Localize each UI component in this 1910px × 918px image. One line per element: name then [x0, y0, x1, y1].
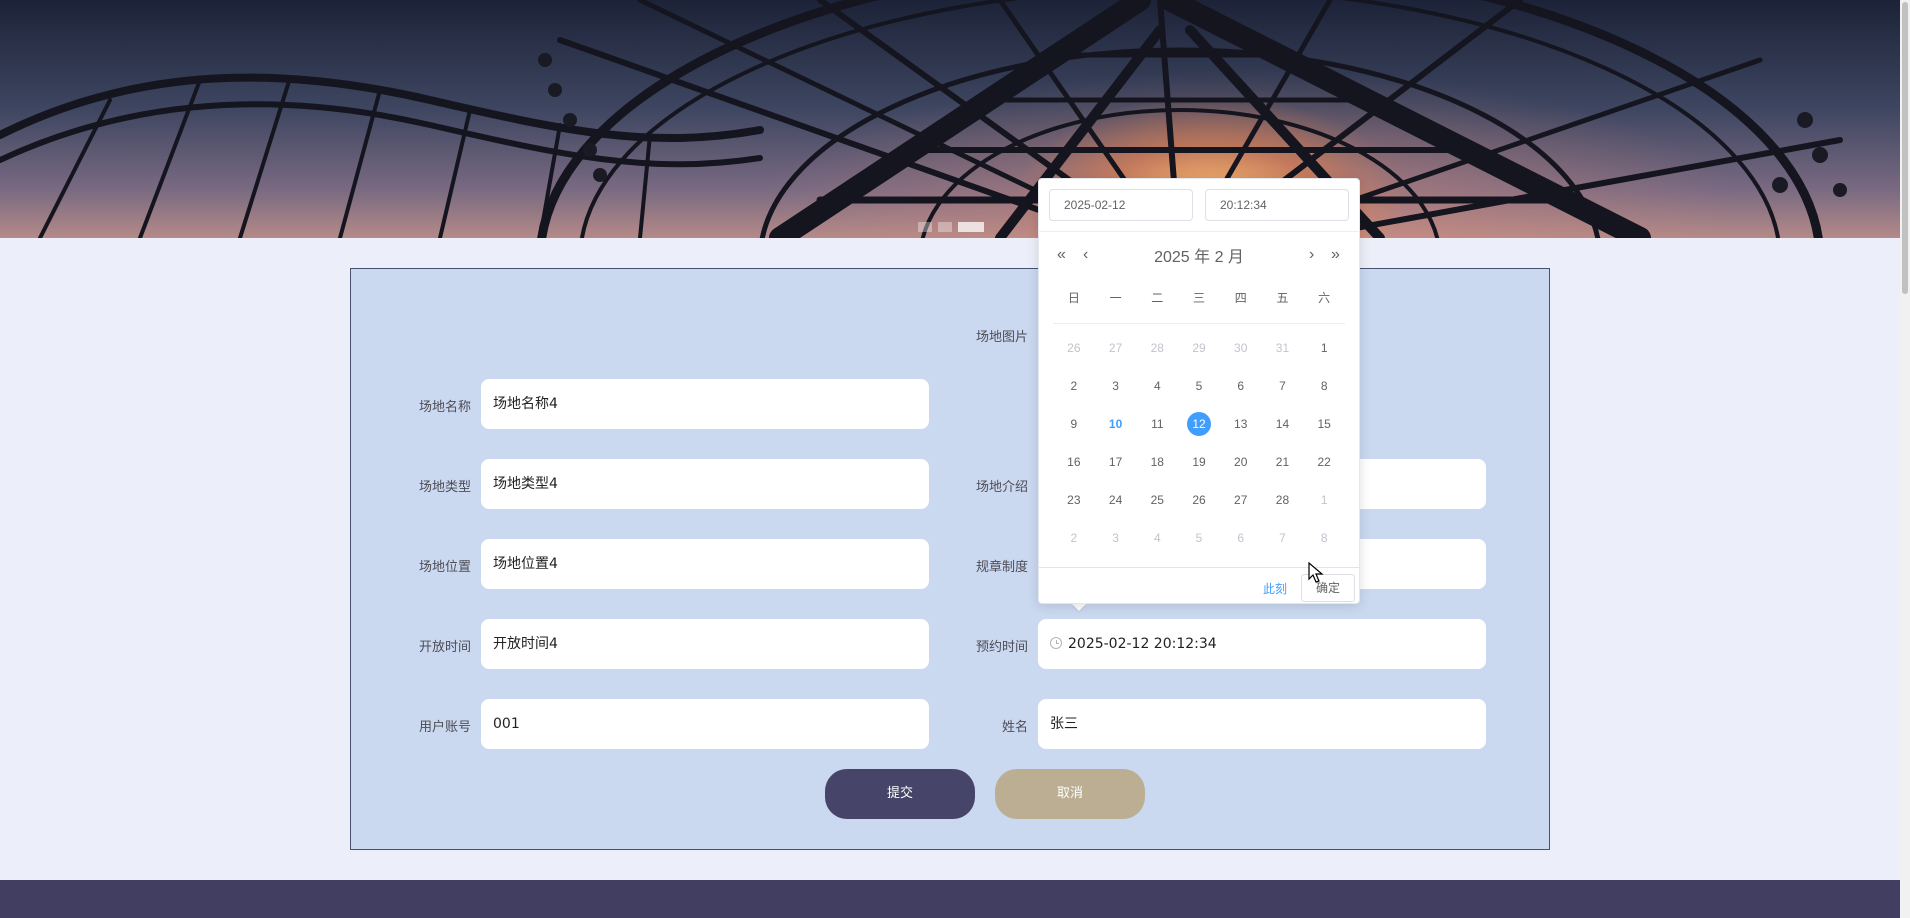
calendar-day[interactable]: 1 [1303, 329, 1345, 367]
venue-type-label: 场地类型 [418, 480, 471, 495]
calendar-day[interactable]: 4 [1136, 519, 1178, 557]
calendar-day[interactable]: 13 [1220, 405, 1262, 443]
booking-time-label: 预约时间 [975, 640, 1028, 655]
calendar-day[interactable]: 28 [1136, 329, 1178, 367]
calendar-day[interactable]: 26 [1053, 329, 1095, 367]
picker-arrow [1072, 604, 1086, 611]
calendar-day[interactable]: 27 [1095, 329, 1137, 367]
calendar-day[interactable]: 5 [1178, 519, 1220, 557]
weekday-label: 一 [1109, 291, 1122, 305]
weekday-label: 六 [1318, 291, 1331, 305]
venue-location-label: 场地位置 [418, 560, 471, 575]
calendar-day[interactable]: 8 [1303, 519, 1345, 557]
page-scrollbar-thumb[interactable] [1902, 2, 1908, 294]
calendar-day[interactable]: 7 [1262, 367, 1304, 405]
calendar-day[interactable]: 17 [1095, 443, 1137, 481]
calendar-week-row: 26 27 28 29 30 31 1 [1053, 329, 1345, 367]
submit-button[interactable]: 提交 [825, 769, 975, 819]
calendar-day[interactable]: 6 [1220, 367, 1262, 405]
calendar-day[interactable]: 29 [1178, 329, 1220, 367]
calendar-week-row: 16 17 18 19 20 21 22 [1053, 443, 1345, 481]
calendar-day[interactable]: 22 [1303, 443, 1345, 481]
calendar-day[interactable]: 2 [1053, 367, 1095, 405]
carousel-indicators[interactable] [918, 222, 984, 232]
calendar-day[interactable]: 15 [1303, 405, 1345, 443]
weekday-label: 日 [1067, 291, 1080, 305]
picker-date-input[interactable]: 2025-02-12 [1049, 189, 1193, 221]
clock-icon [1050, 637, 1062, 649]
open-time-label: 开放时间 [418, 640, 471, 655]
venue-name-input[interactable]: 场地名称4 [481, 379, 929, 429]
weekday-label: 五 [1276, 291, 1289, 305]
weekday-label: 二 [1151, 291, 1164, 305]
calendar-day[interactable]: 11 [1136, 405, 1178, 443]
booking-time-value: 2025-02-12 20:12:34 [1068, 636, 1217, 652]
calendar-week-row: 2345678 [1053, 367, 1345, 405]
calendar-grid: 26 27 28 29 30 31 1 2 3 4 5 6 7 8 9 10 11 12 13 14 15 16 17 18 1… [1053, 329, 1345, 557]
calendar-day[interactable]: 9 [1053, 405, 1095, 443]
weekday-header: 日一二三四五六 [1053, 289, 1345, 306]
calendar-day[interactable]: 27 [1220, 481, 1262, 519]
open-time-input[interactable]: 开放时间4 [481, 619, 929, 669]
page-footer [0, 880, 1900, 918]
calendar-day[interactable]: 14 [1262, 405, 1304, 443]
account-label: 用户账号 [418, 720, 471, 735]
carousel-dot[interactable] [938, 222, 952, 232]
next-month-icon[interactable]: › [1309, 245, 1314, 265]
calendar-day[interactable]: 24 [1095, 481, 1137, 519]
calendar-day[interactable]: 18 [1136, 443, 1178, 481]
now-button[interactable]: 此刻 [1263, 580, 1287, 597]
calendar-day[interactable]: 3 [1095, 367, 1137, 405]
name-input[interactable]: 张三 [1038, 699, 1486, 749]
calendar-day[interactable]: 1 [1303, 481, 1345, 519]
venue-image-label: 场地图片 [975, 330, 1028, 345]
calendar-day[interactable]: 25 [1136, 481, 1178, 519]
calendar-day[interactable]: 7 [1262, 519, 1304, 557]
mouse-cursor-icon [1308, 562, 1324, 583]
calendar-day[interactable]: 12 [1178, 405, 1220, 443]
calendar-day[interactable]: 30 [1220, 329, 1262, 367]
picker-time-input[interactable]: 20:12:34 [1205, 189, 1349, 221]
picker-divider [1039, 231, 1359, 232]
venue-name-label: 场地名称 [418, 400, 471, 415]
datetime-picker-popup: 2025-02-12 20:12:34 « ‹ 2025 年 2 月 › » 日… [1038, 178, 1360, 604]
calendar-week-row: 9 10 11 12 13 14 15 [1053, 405, 1345, 443]
carousel-dot[interactable] [918, 222, 932, 232]
calendar-day[interactable]: 31 [1262, 329, 1304, 367]
calendar-day[interactable]: 5 [1178, 367, 1220, 405]
calendar-day[interactable]: 28 [1262, 481, 1304, 519]
calendar-day[interactable]: 20 [1220, 443, 1262, 481]
calendar-week-row: 2345678 [1053, 519, 1345, 557]
account-input[interactable]: 001 [481, 699, 929, 749]
weekday-label: 三 [1193, 291, 1206, 305]
calendar-day[interactable]: 19 [1178, 443, 1220, 481]
next-year-icon[interactable]: » [1331, 245, 1340, 265]
calendar-day[interactable]: 4 [1136, 367, 1178, 405]
calendar-day[interactable]: 26 [1178, 481, 1220, 519]
name-label: 姓名 [1001, 720, 1028, 735]
calendar-week-row: 23 24 25 26 27 28 1 [1053, 481, 1345, 519]
weekday-label: 四 [1234, 291, 1247, 305]
venue-type-input[interactable]: 场地类型4 [481, 459, 929, 509]
calendar-day[interactable]: 10 [1095, 405, 1137, 443]
calendar-day[interactable]: 2 [1053, 519, 1095, 557]
ferris-wheel-illustration [0, 0, 1847, 238]
calendar-day[interactable]: 8 [1303, 367, 1345, 405]
weekday-divider [1053, 323, 1345, 324]
venue-location-input[interactable]: 场地位置4 [481, 539, 929, 589]
rules-label: 规章制度 [975, 560, 1028, 575]
booking-time-input[interactable]: 2025-02-12 20:12:34 [1038, 619, 1486, 669]
venue-intro-label: 场地介绍 [975, 480, 1028, 495]
hero-banner [0, 0, 1900, 238]
calendar-day[interactable]: 6 [1220, 519, 1262, 557]
calendar-day[interactable]: 21 [1262, 443, 1304, 481]
calendar-day[interactable]: 16 [1053, 443, 1095, 481]
calendar-day[interactable]: 3 [1095, 519, 1137, 557]
carousel-dot-active[interactable] [958, 222, 984, 232]
calendar-day[interactable]: 23 [1053, 481, 1095, 519]
cancel-button[interactable]: 取消 [995, 769, 1145, 819]
